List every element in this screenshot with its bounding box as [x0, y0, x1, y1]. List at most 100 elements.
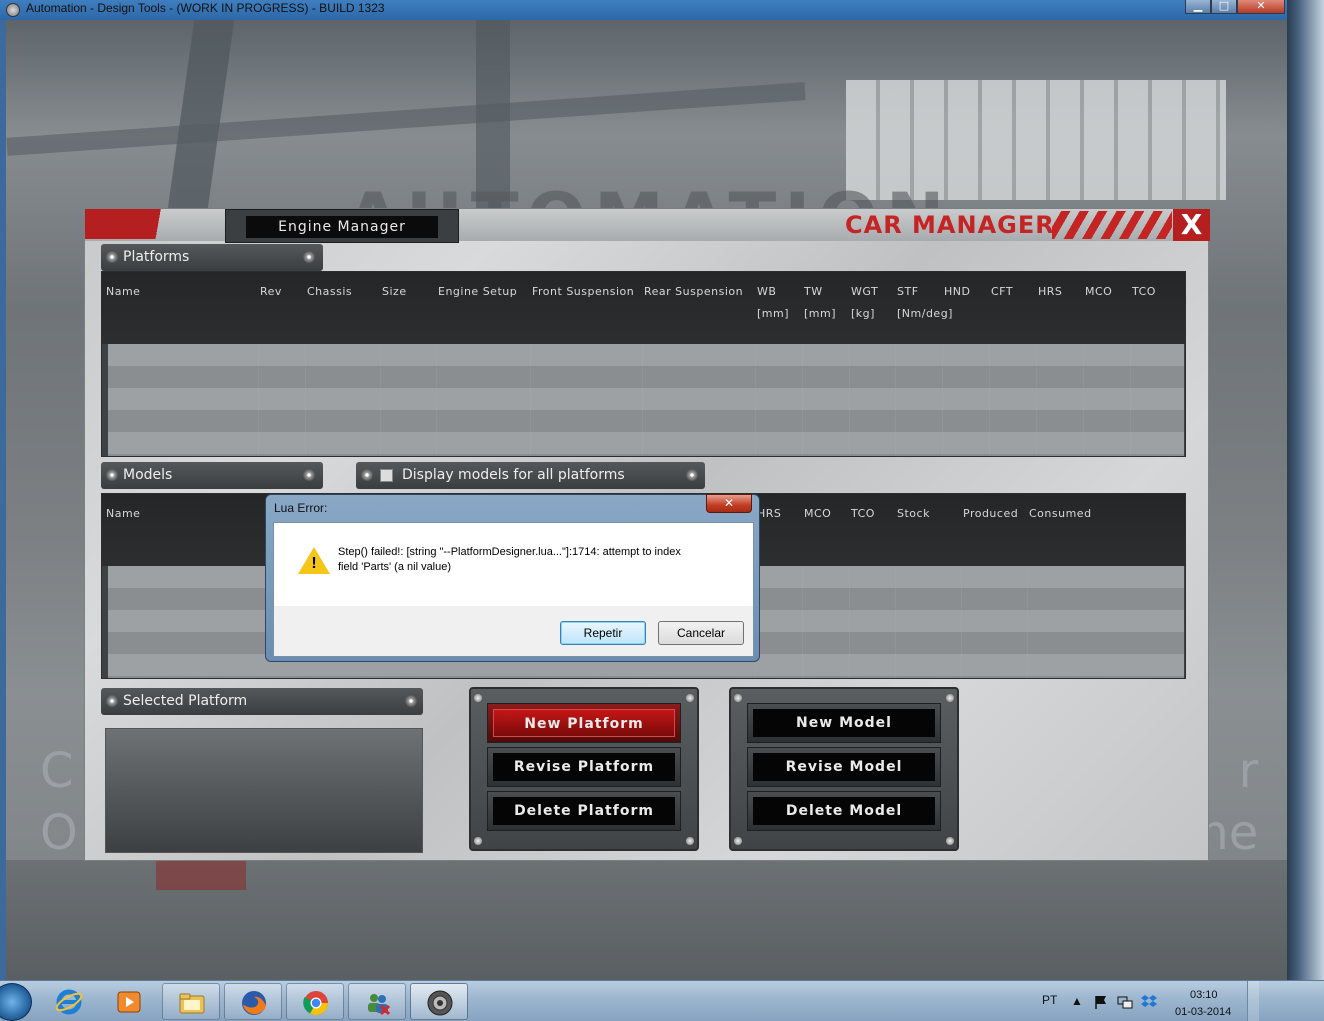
platforms-column-header[interactable]: HND — [944, 281, 970, 303]
models-column-header[interactable]: HRS — [757, 503, 781, 525]
taskbar-automation-game[interactable] — [410, 983, 468, 1020]
column-divider — [961, 566, 962, 678]
platforms-column-header[interactable]: MCO — [1085, 281, 1112, 303]
chrome-icon — [303, 991, 328, 1016]
column-divider — [755, 344, 756, 456]
display-all-checkbox[interactable] — [380, 469, 393, 482]
delete-platform-button[interactable]: Delete Platform — [487, 791, 681, 831]
delete-model-button[interactable]: Delete Model — [747, 791, 941, 831]
show-desktop-button[interactable] — [1247, 981, 1259, 1021]
taskbar-network-app[interactable] — [348, 983, 406, 1020]
platforms-column-header[interactable]: Front Suspension — [532, 281, 634, 303]
bolt-icon — [734, 837, 742, 845]
selected-platform-tab: Selected Platform — [101, 688, 423, 715]
platforms-column-header[interactable]: Engine Setup — [438, 281, 517, 303]
garage-beam — [6, 82, 806, 156]
revise-platform-button[interactable]: Revise Platform — [487, 747, 681, 787]
new-platform-button[interactable]: New Platform — [487, 703, 681, 743]
platforms-column-header[interactable]: WB [mm] — [757, 281, 789, 325]
column-divider — [530, 344, 531, 456]
platforms-column-header[interactable]: Chassis — [307, 281, 352, 303]
new-model-button[interactable]: New Model — [747, 703, 941, 743]
retry-button[interactable]: Repetir — [560, 621, 646, 645]
column-divider — [1083, 344, 1084, 456]
models-column-header[interactable]: Consumed — [1029, 503, 1092, 525]
column-label: Rev — [260, 285, 282, 298]
column-divider — [989, 344, 990, 456]
models-label: Models — [123, 467, 173, 483]
column-label: Name — [106, 285, 141, 298]
language-indicator[interactable]: PT — [1042, 993, 1057, 1007]
models-column-header[interactable]: Produced — [963, 503, 1018, 525]
column-unit: [Nm/deg] — [897, 307, 953, 320]
display-all-toggle[interactable]: Display models for all platforms — [356, 462, 705, 489]
platforms-column-header[interactable]: TCO — [1132, 281, 1156, 303]
new-platform-label: New Platform — [493, 709, 675, 737]
column-divider — [380, 344, 381, 456]
engine-manager-tab[interactable]: Engine Manager — [225, 209, 459, 243]
platforms-column-header[interactable]: Rev — [260, 281, 282, 303]
bolt-icon — [303, 251, 315, 263]
platforms-column-header[interactable]: Rear Suspension — [644, 281, 743, 303]
revise-model-label: Revise Model — [753, 753, 935, 781]
revise-model-button[interactable]: Revise Model — [747, 747, 941, 787]
platforms-column-header[interactable]: HRS — [1038, 281, 1062, 303]
bolt-icon — [686, 469, 698, 481]
platforms-column-header[interactable]: WGT [kg] — [851, 281, 878, 325]
error-message-line: field 'Parts' (a nil value) — [338, 561, 452, 573]
revise-platform-label: Revise Platform — [493, 753, 675, 781]
window-titlebar: Automation - Design Tools - (WORK IN PRO… — [0, 0, 1324, 20]
column-divider — [642, 344, 643, 456]
maximize-button[interactable]: □ — [1211, 0, 1237, 14]
taskbar-firefox[interactable] — [224, 983, 282, 1020]
cancel-button[interactable]: Cancelar — [658, 621, 744, 645]
warning-icon-mark: ! — [311, 555, 317, 572]
platforms-column-header[interactable]: TW [mm] — [804, 281, 836, 325]
taskbar-internet-explorer[interactable] — [40, 983, 98, 1020]
models-column-header[interactable]: MCO — [804, 503, 831, 525]
internet-explorer-icon — [55, 989, 83, 1015]
column-divider — [802, 566, 803, 678]
panel-close-button[interactable]: X — [1173, 209, 1210, 241]
engine-manager-label: Engine Manager — [246, 216, 438, 238]
firefox-icon — [242, 991, 266, 1015]
platforms-column-header[interactable]: CFT — [991, 281, 1013, 303]
column-divider — [942, 344, 943, 456]
clock-date[interactable]: 01-03-2014 — [1175, 1006, 1231, 1018]
column-unit: [mm] — [757, 307, 790, 320]
taskbar-media-player[interactable] — [100, 983, 158, 1020]
dropbox-icon[interactable] — [1141, 993, 1157, 1009]
folder-icon — [179, 993, 205, 1014]
taskbar-file-explorer[interactable] — [162, 983, 220, 1020]
models-column-header[interactable]: TCO — [851, 503, 875, 525]
taskbar-chrome[interactable] — [286, 983, 344, 1020]
start-button[interactable] — [0, 983, 32, 1021]
column-divider — [895, 344, 896, 456]
column-label: CFT — [991, 285, 1014, 298]
platforms-table-body[interactable] — [108, 344, 1184, 456]
platforms-column-header[interactable]: Name — [106, 281, 140, 303]
show-hidden-icons[interactable]: ▲ — [1071, 994, 1083, 1008]
bolt-icon — [946, 694, 954, 702]
dialog-close-button[interactable]: ✕ — [706, 494, 752, 513]
clock-time[interactable]: 03:10 — [1190, 989, 1218, 1001]
error-message-line: Step() failed!: [string "--PlatformDesig… — [338, 546, 681, 558]
window-close-button[interactable]: ✕ — [1237, 0, 1285, 14]
platforms-column-header[interactable]: Size — [382, 281, 407, 303]
action-center-flag-icon[interactable] — [1093, 994, 1109, 1010]
minimize-button[interactable]: ▁ — [1185, 0, 1211, 14]
bolt-icon — [405, 695, 417, 707]
network-icon[interactable] — [1117, 994, 1133, 1010]
column-divider — [849, 566, 850, 678]
models-column-header[interactable]: Stock — [897, 503, 930, 525]
platforms-table-header: Name Rev Chassis Size Engine Setup Front Susp… — [102, 272, 1185, 344]
column-label: WB — [757, 285, 777, 298]
column-label: Engine Setup — [438, 285, 518, 298]
dialog-title: Lua Error: — [274, 501, 328, 515]
column-divider — [1027, 566, 1028, 678]
column-label: MCO — [1085, 285, 1113, 298]
column-label: Front Suspension — [532, 285, 635, 298]
column-unit: [mm] — [804, 307, 837, 320]
automation-game-icon — [427, 990, 453, 1016]
models-column-header[interactable]: Name — [106, 503, 140, 525]
